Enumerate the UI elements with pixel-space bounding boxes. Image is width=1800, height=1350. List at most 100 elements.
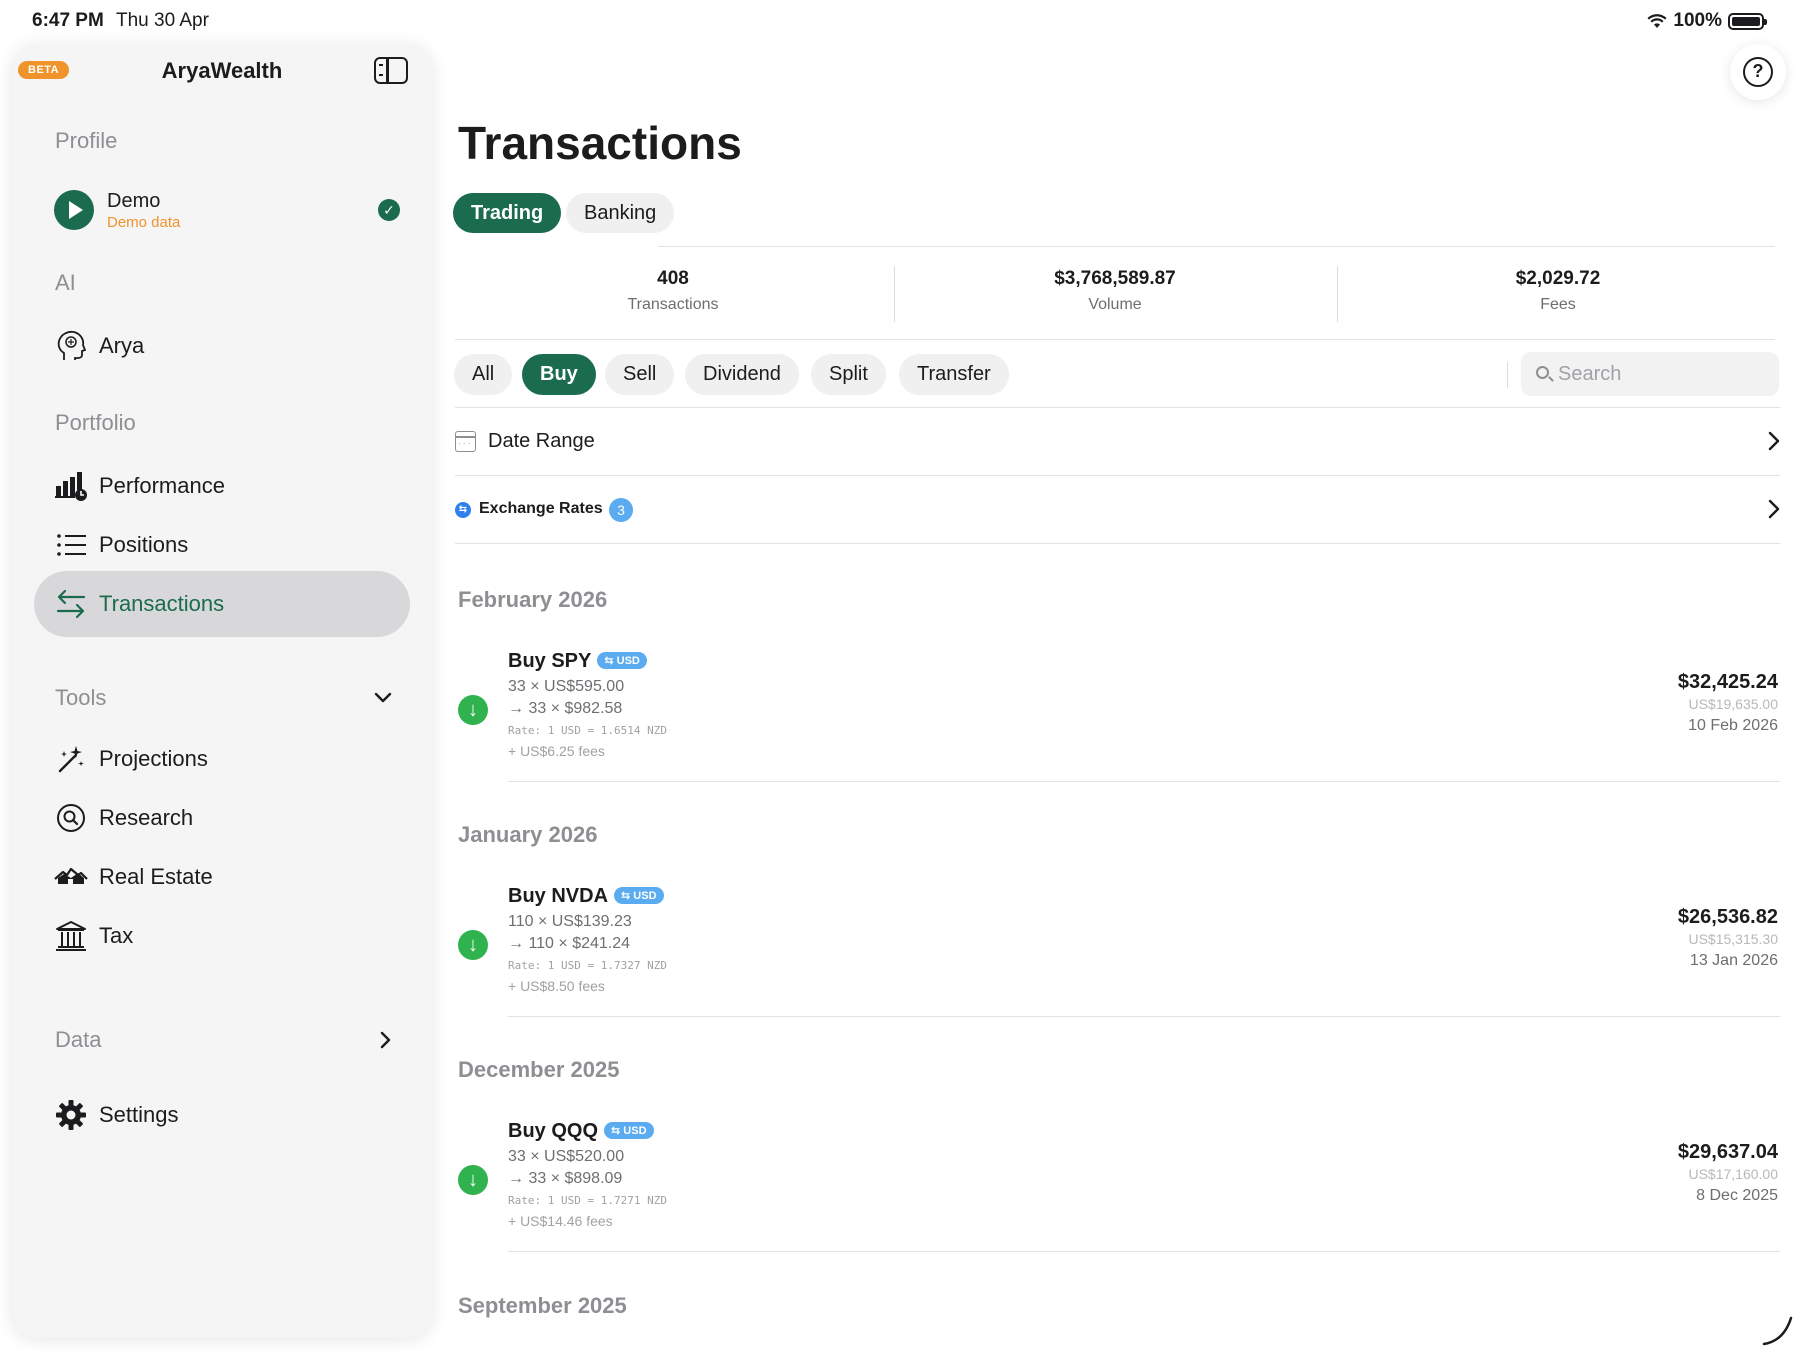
transaction-original-amount: US$15,315.30 — [1688, 931, 1778, 947]
filter-all[interactable]: All — [454, 354, 513, 395]
sidebar-item-research[interactable]: Research — [34, 785, 410, 851]
filter-transfer[interactable]: Transfer — [899, 354, 1009, 395]
chevron-right-icon — [1768, 495, 1780, 526]
arrow-down-icon: ↓ — [458, 695, 488, 725]
checkmark-icon: ✓ — [378, 199, 400, 221]
search-field[interactable] — [1521, 352, 1779, 396]
date-range-row[interactable]: Date Range — [455, 409, 1780, 475]
app-title: AryaWealth — [161, 58, 283, 83]
transaction-quantity: 110 × US$139.23 — [508, 913, 632, 930]
arrow-down-icon: ↓ — [458, 1165, 488, 1195]
search-input[interactable] — [1558, 352, 1768, 396]
sidebar-item-transactions[interactable]: Transactions — [34, 571, 410, 637]
sidebar-item-label: Projections — [99, 746, 208, 771]
filter-dividend[interactable]: Dividend — [685, 354, 799, 395]
section-profile: Profile — [55, 128, 118, 153]
divider — [658, 246, 1775, 247]
section-data: Data — [55, 1027, 102, 1052]
search-circle-icon — [54, 801, 88, 835]
divider — [1507, 362, 1508, 388]
transaction-title: Buy NVDA ⇆ USD — [508, 885, 664, 908]
search-icon — [1536, 366, 1549, 379]
transaction-fees: + US$8.50 fees — [508, 978, 605, 994]
sidebar-item-settings[interactable]: Settings — [34, 1082, 410, 1148]
sidebar-item-positions[interactable]: Positions — [34, 512, 410, 578]
sidebar-item-label: Transactions — [99, 591, 225, 616]
divider — [508, 1016, 1780, 1017]
scroll-indicator-icon — [1762, 1316, 1793, 1346]
sidebar-item-real-estate[interactable]: Real Estate — [34, 844, 410, 910]
play-icon — [54, 190, 94, 230]
transaction-converted: → 33 × $982.58 — [508, 700, 623, 717]
stat-value: $2,029.72 — [1515, 268, 1601, 289]
currency-badge: ⇆ USD — [604, 1122, 654, 1139]
sidebar: BETA AryaWealth Profile Demo Demo data ✓… — [12, 44, 432, 1338]
transaction-original-amount: US$17,160.00 — [1688, 1166, 1778, 1182]
sidebar-item-performance[interactable]: Performance — [34, 453, 410, 519]
section-tools: Tools — [55, 685, 107, 710]
transaction-quantity: 33 × US$520.00 — [508, 1148, 625, 1165]
transaction-original-amount: US$19,635.00 — [1688, 696, 1778, 712]
profile-name: Demo — [107, 190, 161, 212]
transaction-row[interactable]: ↓ Buy SPY ⇆ USD 33 × US$595.00 → 33 × $98… — [455, 642, 1780, 782]
status-date: Thu 30 Apr — [116, 10, 209, 31]
exchange-rates-count: 3 — [609, 498, 633, 522]
filter-split[interactable]: Split — [811, 354, 886, 395]
divider — [508, 781, 1780, 782]
transaction-date: 8 Dec 2025 — [1696, 1187, 1778, 1204]
tab-trading[interactable]: Trading — [453, 193, 562, 233]
sidebar-toggle-icon[interactable] — [374, 57, 408, 84]
sidebar-item-label: Arya — [99, 333, 145, 358]
sidebar-item-tax[interactable]: Tax — [34, 903, 410, 969]
transaction-rate: Rate: 1 USD = 1.6514 NZD — [508, 724, 667, 737]
divider — [455, 407, 1780, 408]
transaction-date: 10 Feb 2026 — [1688, 717, 1778, 734]
exchange-icon: ⇆ — [455, 502, 471, 518]
battery-percent: 100% — [1673, 10, 1722, 31]
tab-banking[interactable]: Banking — [566, 193, 675, 233]
help-button[interactable]: ? — [1730, 44, 1786, 100]
gear-icon — [54, 1098, 88, 1132]
transaction-title: Buy SPY ⇆ USD — [508, 650, 647, 673]
month-header: January 2026 — [458, 822, 598, 847]
transaction-row[interactable]: ↓ Buy QQQ ⇆ USD 33 × US$520.00 → 33 × $89… — [455, 1112, 1780, 1252]
wifi-icon — [1647, 13, 1667, 28]
status-indicators: 100% — [1647, 10, 1767, 32]
transaction-amount: $29,637.04 — [1677, 1141, 1778, 1163]
page-title: Transactions — [458, 117, 742, 169]
transaction-quantity: 33 × US$595.00 — [508, 678, 625, 695]
transaction-date: 13 Jan 2026 — [1689, 952, 1778, 969]
transaction-fees: + US$14.46 fees — [508, 1213, 613, 1229]
chevron-right-icon[interactable] — [380, 1029, 392, 1055]
profile-subtitle: Demo data — [107, 214, 181, 231]
battery-icon — [1728, 12, 1767, 30]
profile-demo[interactable]: Demo Demo data ✓ — [54, 186, 400, 236]
chevron-right-icon — [1768, 427, 1780, 458]
status-bar: 6:47 PM Thu 30 Apr 100% — [0, 0, 1800, 40]
transaction-amount: $26,536.82 — [1677, 906, 1778, 928]
exchange-rates-row[interactable]: ⇆ Exchange Rates 3 — [455, 477, 1780, 543]
transaction-row[interactable]: ↓ Buy NVDA ⇆ USD 110 × US$139.23 → 110 × … — [455, 877, 1780, 1017]
bank-building-icon — [54, 919, 88, 953]
list-icon — [54, 528, 88, 562]
sidebar-item-arya[interactable]: Arya — [34, 313, 410, 379]
filter-buy[interactable]: Buy — [522, 354, 596, 395]
sidebar-item-label: Positions — [99, 532, 189, 557]
houses-icon — [54, 860, 88, 894]
transaction-fees: + US$6.25 fees — [508, 743, 605, 759]
question-mark-icon: ? — [1743, 57, 1773, 87]
divider — [455, 339, 1775, 340]
chevron-down-icon[interactable] — [374, 684, 392, 710]
divider — [455, 475, 1780, 476]
currency-badge: ⇆ USD — [614, 887, 664, 904]
sidebar-item-label: Tax — [99, 923, 134, 948]
stat-transactions: 408 Transactions — [453, 268, 893, 314]
stat-volume: $3,768,589.87 Volume — [895, 268, 1335, 314]
magic-wand-icon — [54, 742, 88, 776]
chart-bars-icon — [54, 469, 88, 503]
filter-sell[interactable]: Sell — [605, 354, 675, 395]
transaction-converted: → 110 × $241.24 — [508, 935, 631, 952]
brain-head-icon — [54, 329, 88, 363]
calendar-icon — [455, 431, 476, 452]
sidebar-item-projections[interactable]: Projections — [34, 726, 410, 792]
